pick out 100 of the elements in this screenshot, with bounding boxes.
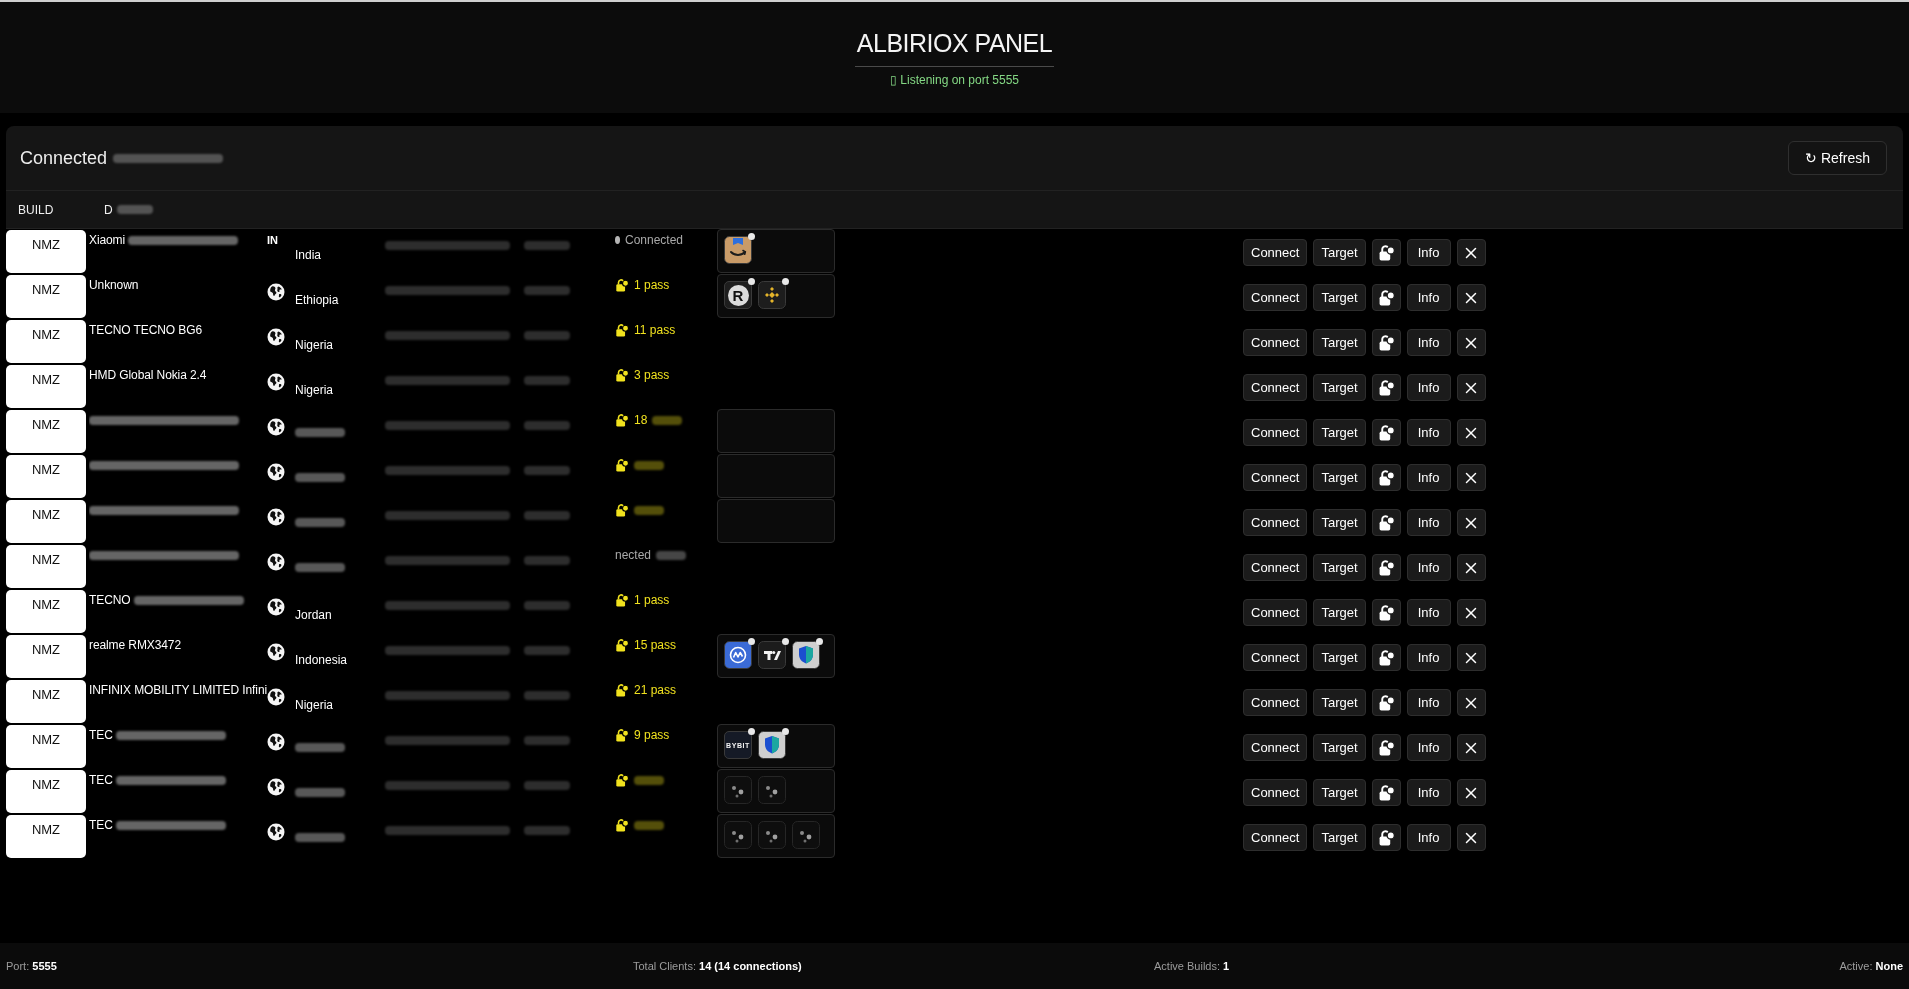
country-name: Ethiopia xyxy=(295,293,339,307)
device-name: TEC xyxy=(89,818,113,832)
action-button[interactable]: Info xyxy=(1406,374,1451,401)
build-cell: NMZ xyxy=(6,365,86,408)
close-button[interactable] xyxy=(1456,464,1486,491)
listening-status: ▯ Listening on port 5555 xyxy=(889,73,1020,87)
action-button[interactable]: Target xyxy=(1313,464,1366,491)
action-button[interactable]: Info xyxy=(1406,239,1451,266)
smile-box-icon xyxy=(724,236,752,264)
action-button[interactable]: Connect xyxy=(1243,509,1308,536)
action-button[interactable]: Connect xyxy=(1243,599,1308,626)
action-button[interactable]: Target xyxy=(1313,734,1366,761)
close-button[interactable] xyxy=(1456,599,1486,626)
action-button[interactable]: Info xyxy=(1406,599,1451,626)
action-button[interactable]: Target xyxy=(1313,599,1366,626)
action-button[interactable]: Connect xyxy=(1243,554,1308,581)
device-name: TECNO TECNO BG6 xyxy=(89,323,202,337)
action-button[interactable]: Info xyxy=(1406,284,1451,311)
action-button[interactable]: Connect xyxy=(1243,689,1308,716)
action-button[interactable]: Target xyxy=(1313,644,1366,671)
lock-button[interactable] xyxy=(1371,329,1401,356)
action-button[interactable]: Connect xyxy=(1243,644,1308,671)
action-button[interactable]: Target xyxy=(1313,554,1366,581)
padlock-icon xyxy=(1377,469,1395,486)
action-button[interactable]: Connect xyxy=(1243,419,1308,446)
action-button[interactable]: Connect xyxy=(1243,464,1308,491)
action-button[interactable]: Connect xyxy=(1243,734,1308,761)
close-button[interactable] xyxy=(1456,644,1486,671)
action-button[interactable]: Info xyxy=(1406,509,1451,536)
build-cell: NMZ xyxy=(6,545,86,588)
action-button[interactable]: Target xyxy=(1313,239,1366,266)
lock-button[interactable] xyxy=(1371,599,1401,626)
action-button[interactable]: Target xyxy=(1313,374,1366,401)
shield-icon xyxy=(758,731,786,759)
action-button[interactable]: Target xyxy=(1313,509,1366,536)
build-cell: NMZ xyxy=(6,500,86,543)
action-button[interactable]: Target xyxy=(1313,824,1366,851)
close-button[interactable] xyxy=(1456,779,1486,806)
action-button[interactable]: Connect xyxy=(1243,239,1308,266)
padlock-icon xyxy=(615,638,629,652)
action-button[interactable]: Connect xyxy=(1243,824,1308,851)
blurred-app-icon xyxy=(792,821,820,849)
action-button[interactable]: Info xyxy=(1406,419,1451,446)
lock-button[interactable] xyxy=(1371,779,1401,806)
build-cell: NMZ xyxy=(6,230,86,273)
lock-button[interactable] xyxy=(1371,509,1401,536)
action-button[interactable]: Connect xyxy=(1243,284,1308,311)
lock-button[interactable] xyxy=(1371,284,1401,311)
build-cell: NMZ xyxy=(6,275,86,318)
section-title: Connected xyxy=(20,147,108,169)
close-button[interactable] xyxy=(1456,329,1486,356)
close-button[interactable] xyxy=(1456,509,1486,536)
redacted-text xyxy=(524,601,570,610)
redacted-text xyxy=(524,781,570,790)
action-button[interactable]: Target xyxy=(1313,419,1366,446)
action-button[interactable]: Info xyxy=(1406,329,1451,356)
globe-icon xyxy=(267,328,285,346)
column-header: BUILD xyxy=(18,202,54,217)
action-button[interactable]: Connect xyxy=(1243,374,1308,401)
close-button[interactable] xyxy=(1456,419,1486,446)
action-button[interactable]: Info xyxy=(1406,554,1451,581)
lock-button[interactable] xyxy=(1371,554,1401,581)
action-button[interactable]: Connect xyxy=(1243,329,1308,356)
action-button[interactable]: Connect xyxy=(1243,779,1308,806)
lock-button[interactable] xyxy=(1371,374,1401,401)
action-button[interactable]: Info xyxy=(1406,824,1451,851)
action-button[interactable]: Target xyxy=(1313,779,1366,806)
close-button[interactable] xyxy=(1456,734,1486,761)
lock-button[interactable] xyxy=(1371,419,1401,446)
lock-button[interactable] xyxy=(1371,734,1401,761)
lock-button[interactable] xyxy=(1371,644,1401,671)
close-button[interactable] xyxy=(1456,239,1486,266)
action-button[interactable]: Target xyxy=(1313,284,1366,311)
lock-button[interactable] xyxy=(1371,239,1401,266)
action-button[interactable]: Info xyxy=(1406,464,1451,491)
country-name: Nigeria xyxy=(295,698,333,712)
close-button[interactable] xyxy=(1456,374,1486,401)
status-text: 11 pass xyxy=(634,323,676,337)
close-button[interactable] xyxy=(1456,689,1486,716)
action-button[interactable]: Info xyxy=(1406,734,1451,761)
wave-chart-icon xyxy=(724,641,752,669)
refresh-button[interactable]: ↻ Refresh xyxy=(1788,141,1887,175)
shield-icon xyxy=(792,641,820,669)
padlock-icon xyxy=(615,503,629,517)
close-button[interactable] xyxy=(1456,824,1486,851)
lock-button[interactable] xyxy=(1371,689,1401,716)
padlock-icon xyxy=(1377,424,1395,441)
action-button[interactable]: Target xyxy=(1313,329,1366,356)
redacted-text xyxy=(524,736,570,745)
lock-button[interactable] xyxy=(1371,464,1401,491)
close-button[interactable] xyxy=(1456,554,1486,581)
action-button[interactable]: Info xyxy=(1406,689,1451,716)
action-button[interactable]: Info xyxy=(1406,644,1451,671)
action-button[interactable]: Info xyxy=(1406,779,1451,806)
action-button[interactable]: Target xyxy=(1313,689,1366,716)
blurred-app-icon xyxy=(758,821,786,849)
close-button[interactable] xyxy=(1456,284,1486,311)
redacted-text xyxy=(524,331,570,340)
lock-button[interactable] xyxy=(1371,824,1401,851)
redacted-text xyxy=(524,556,570,565)
